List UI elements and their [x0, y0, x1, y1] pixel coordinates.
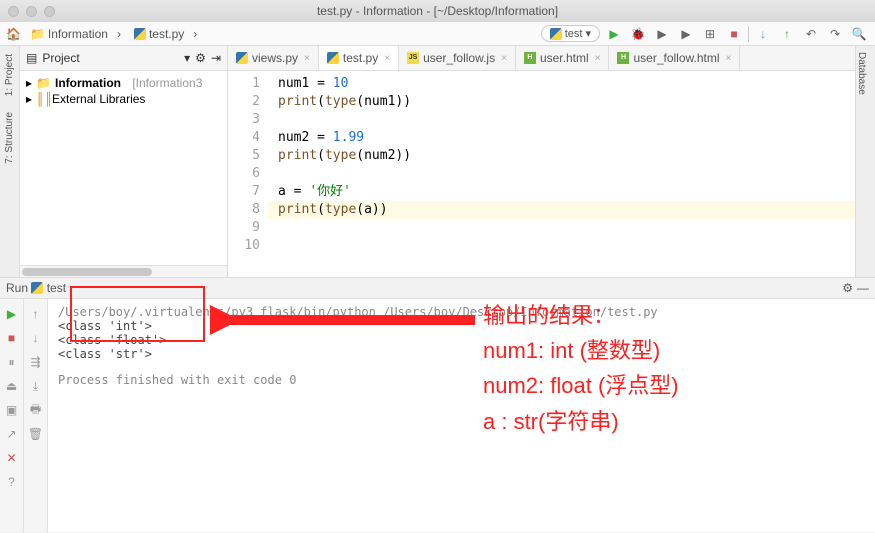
down-button[interactable]: ↓: [27, 329, 45, 347]
tab-user-html[interactable]: Huser.html×: [516, 46, 610, 70]
project-panel: ▤ Project ▾ ⚙ ⇥ ▸ 📁 Information [Informa…: [20, 46, 228, 277]
clear-button[interactable]: 🗑: [27, 425, 45, 443]
tree-external-libs[interactable]: ▸ ║║ External Libraries: [22, 91, 225, 107]
code-content[interactable]: num1 = 10 print(type(num1)) num2 = 1.99 …: [268, 71, 855, 277]
print-button[interactable]: 🖶: [27, 401, 45, 419]
coverage-button[interactable]: ▶: [652, 24, 672, 44]
stop-button[interactable]: ■: [3, 329, 21, 347]
breadcrumb: 🏠 📁Information › test.py › test ▾ ▶ 🐞 ▶ …: [0, 22, 875, 46]
restore-button[interactable]: ↗: [3, 425, 21, 443]
gutter-project-tab[interactable]: 1: Project: [4, 46, 15, 104]
js-icon: JS: [407, 52, 419, 64]
wrap-button[interactable]: ⇶: [27, 353, 45, 371]
window-titlebar: test.py - Information - [~/Desktop/Infor…: [0, 0, 875, 22]
pause-button[interactable]: ⏸: [3, 353, 21, 371]
right-tool-gutter: Database: [855, 46, 875, 277]
close-icon[interactable]: ×: [595, 53, 601, 64]
project-icon: ▤: [26, 51, 37, 65]
redo-button[interactable]: ↷: [825, 24, 845, 44]
close-icon[interactable]: ×: [304, 53, 310, 64]
tab-views-py[interactable]: views.py×: [228, 46, 319, 70]
gutter-database-tab[interactable]: Database: [856, 46, 867, 101]
window-title: test.py - Information - [~/Desktop/Infor…: [317, 4, 558, 18]
concurrency-button[interactable]: ⊞: [700, 24, 720, 44]
project-panel-header: ▤ Project ▾ ⚙ ⇥: [20, 46, 227, 71]
run-button[interactable]: ▶: [604, 24, 624, 44]
vcs-commit-button[interactable]: ↑: [777, 24, 797, 44]
close-icon[interactable]: ×: [501, 53, 507, 64]
profile-button[interactable]: ▶: [676, 24, 696, 44]
breadcrumb-file[interactable]: test.py: [129, 26, 189, 42]
project-header-label: Project: [42, 51, 79, 65]
folder-icon: 📁: [36, 76, 51, 90]
gutter-structure-tab[interactable]: 7: Structure: [4, 104, 15, 172]
tab-user-follow-js[interactable]: JSuser_follow.js×: [399, 46, 516, 70]
gear-icon[interactable]: ⚙: [195, 51, 206, 65]
run-panel-header: Run test ⚙ —: [0, 277, 875, 299]
tab-user-follow-html[interactable]: Huser_follow.html×: [609, 46, 740, 70]
gear-icon[interactable]: ⚙: [842, 281, 853, 295]
python-icon: [31, 282, 43, 294]
collapse-icon[interactable]: ▾: [184, 51, 190, 65]
code-editor[interactable]: 12345678910 num1 = 10 print(type(num1)) …: [228, 71, 855, 277]
chevron-right-icon: ▸: [26, 76, 32, 90]
libraries-icon: ║║: [36, 92, 48, 106]
rerun-button[interactable]: ▶: [3, 305, 21, 323]
run-config-selector[interactable]: test ▾: [541, 25, 600, 42]
close-icon[interactable]: ×: [384, 53, 390, 64]
help-button[interactable]: ?: [3, 473, 21, 491]
line-numbers: 12345678910: [228, 71, 268, 277]
traffic-lights: [8, 6, 55, 17]
run-panel: ▶ ■ ⏸ ⏏ ▣ ↗ ✕ ? ↑ ↓ ⇶ ⤓ 🖶 🗑 /Users/boy/.…: [0, 299, 875, 532]
close-button[interactable]: ✕: [3, 449, 21, 467]
python-icon: [236, 52, 248, 64]
dump-button[interactable]: ▣: [3, 401, 21, 419]
scroll-button[interactable]: ⤓: [27, 377, 45, 395]
console-line: <class 'float'>: [58, 333, 865, 347]
debug-button[interactable]: 🐞: [628, 24, 648, 44]
vcs-update-button[interactable]: ↓: [753, 24, 773, 44]
editor-tabs: views.py× test.py× JSuser_follow.js× Hus…: [228, 46, 855, 71]
tab-test-py[interactable]: test.py×: [319, 46, 399, 71]
html-icon: H: [524, 52, 536, 64]
left-tool-gutter: 1: Project 7: Structure: [0, 46, 20, 277]
up-button[interactable]: ↑: [27, 305, 45, 323]
python-icon: [327, 52, 339, 64]
stop-button[interactable]: ■: [724, 24, 744, 44]
project-tree[interactable]: ▸ 📁 Information [Information3 ▸ ║║ Exter…: [20, 71, 227, 111]
chevron-right-icon: ›: [193, 27, 201, 41]
tree-root[interactable]: ▸ 📁 Information [Information3: [22, 75, 225, 91]
close-icon[interactable]: ×: [726, 53, 732, 64]
run-label: Run: [6, 281, 28, 295]
chevron-right-icon: ▸: [26, 92, 32, 106]
console-line: <class 'int'>: [58, 319, 865, 333]
zoom-icon[interactable]: [44, 6, 55, 17]
minimize-icon[interactable]: [26, 6, 37, 17]
run-toolbar-2: ↑ ↓ ⇶ ⤓ 🖶 🗑: [24, 299, 48, 532]
breadcrumb-folder[interactable]: 📁Information: [25, 26, 113, 42]
undo-button[interactable]: ↶: [801, 24, 821, 44]
run-config-name: test: [47, 281, 66, 295]
console-output[interactable]: /Users/boy/.virtualenvs/py3_flask/bin/py…: [48, 299, 875, 532]
scrollbar-horizontal[interactable]: [20, 265, 227, 277]
exit-button[interactable]: ⏏: [3, 377, 21, 395]
console-line: <class 'str'>: [58, 347, 865, 361]
hide-icon[interactable]: —: [857, 281, 869, 295]
html-icon: H: [617, 52, 629, 64]
close-icon[interactable]: [8, 6, 19, 17]
editor-area: views.py× test.py× JSuser_follow.js× Hus…: [228, 46, 855, 277]
console-exit: Process finished with exit code 0: [58, 373, 865, 387]
hide-icon[interactable]: ⇥: [211, 51, 221, 65]
chevron-right-icon: ›: [117, 27, 125, 41]
console-command: /Users/boy/.virtualenvs/py3_flask/bin/py…: [58, 305, 865, 319]
home-icon[interactable]: 🏠: [6, 27, 21, 41]
search-icon[interactable]: 🔍: [849, 24, 869, 44]
run-toolbar-1: ▶ ■ ⏸ ⏏ ▣ ↗ ✕ ?: [0, 299, 24, 532]
